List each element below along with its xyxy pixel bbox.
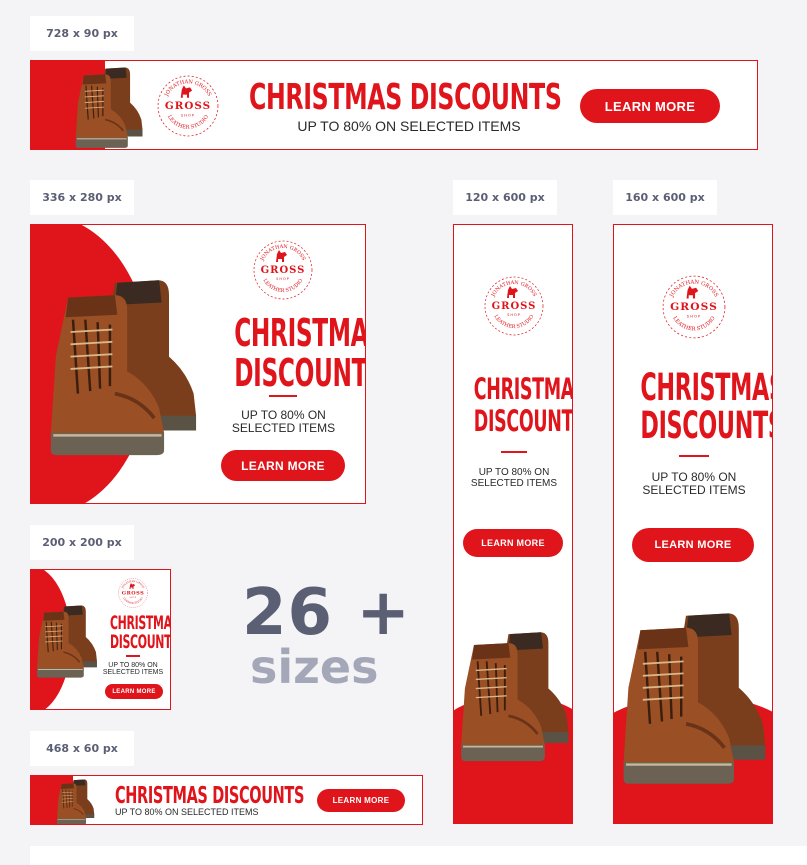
- banner-336x280[interactable]: CHRISTMAS DISCOUNTS UP TO 80% ON SELECTE…: [30, 224, 366, 504]
- gross-shop-logo: [484, 276, 544, 336]
- size-label-160x600: 160 x 600 px: [613, 180, 717, 215]
- size-label-200x200: 200 x 200 px: [30, 525, 134, 560]
- gross-shop-logo: [662, 275, 726, 339]
- subline: UP TO 80% ON SELECTED ITEMS: [297, 118, 521, 134]
- subline-line2: SELECTED ITEMS: [102, 669, 164, 676]
- learn-more-button[interactable]: LEARN MORE: [105, 684, 163, 699]
- boot-image: [56, 779, 95, 824]
- boot-image: [459, 630, 570, 763]
- banner-160x600[interactable]: CHRISTMAS DISCOUNTS UP TO 80% ON SELECTE…: [613, 224, 773, 824]
- divider-rule: [679, 455, 709, 457]
- headline-line1: CHRISTMAS: [234, 311, 365, 355]
- learn-more-button[interactable]: LEARN MORE: [632, 528, 754, 562]
- learn-more-button[interactable]: LEARN MORE: [221, 450, 345, 481]
- subline-line2: SELECTED ITEMS: [642, 483, 746, 497]
- banner-468x60[interactable]: CHRISTMAS DISCOUNTS UP TO 80% ON SELECTE…: [30, 775, 423, 825]
- headline-line2: DISCOUNTS: [473, 404, 573, 438]
- subline-line2: SELECTED ITEMS: [231, 421, 336, 435]
- gross-shop-logo: [253, 240, 313, 300]
- banner-120x600[interactable]: CHRISTMAS DISCOUNTS UP TO 80% ON SELECTE…: [453, 224, 573, 824]
- size-label-120x600: 120 x 600 px: [453, 180, 557, 215]
- learn-more-button[interactable]: LEARN MORE: [463, 529, 563, 557]
- gross-shop-logo: [118, 578, 148, 608]
- size-label-336x280: 336 x 280 px: [30, 180, 134, 215]
- divider-rule: [501, 451, 527, 453]
- divider-rule: [126, 655, 140, 657]
- headline-line2: DISCOUNTS: [234, 351, 366, 395]
- headline-line1: CHRISTMAS: [473, 372, 573, 406]
- learn-more-button[interactable]: LEARN MORE: [317, 789, 405, 812]
- boot-image: [621, 611, 768, 786]
- boot-image: [74, 66, 144, 149]
- subline-line1: UP TO 80% ON: [478, 467, 550, 478]
- boot-image: [36, 604, 98, 679]
- gross-shop-logo: [157, 75, 219, 137]
- learn-more-button[interactable]: LEARN MORE: [580, 89, 720, 123]
- next-panel-edge: [30, 846, 807, 865]
- sizes-count: 26 +: [242, 576, 411, 650]
- size-label-468x60: 468 x 60 px: [30, 731, 134, 766]
- headline-line1: CHRISTMAS: [640, 366, 773, 409]
- boot-image: [48, 278, 198, 457]
- headline: CHRISTMAS DISCOUNTS: [249, 77, 562, 118]
- banner-728x90[interactable]: CHRISTMAS DISCOUNTS UP TO 80% ON SELECTE…: [30, 60, 758, 150]
- size-label-728x90: 728 x 90 px: [30, 16, 134, 51]
- headline-line2: DISCOUNTS: [109, 631, 171, 653]
- subline: UP TO 80% ON SELECTED ITEMS: [115, 807, 259, 817]
- sizes-word: sizes: [250, 640, 379, 694]
- divider-rule: [269, 395, 297, 397]
- headline-line2: DISCOUNTS: [640, 404, 773, 447]
- headline: CHRISTMAS DISCOUNTS: [115, 783, 305, 809]
- subline-line2: SELECTED ITEMS: [470, 478, 558, 489]
- banner-200x200[interactable]: CHRISTMAS DISCOUNTS UP TO 80% ON SELECTE…: [30, 569, 171, 710]
